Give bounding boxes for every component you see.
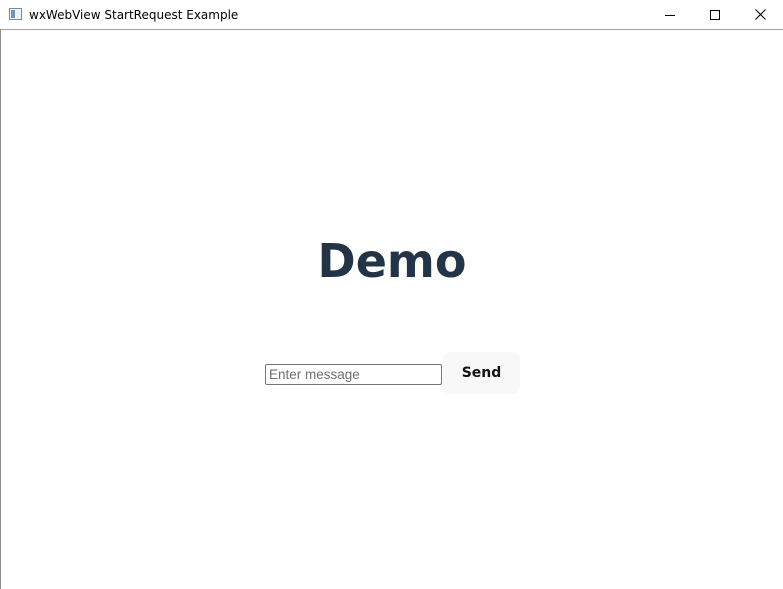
webview-content: Demo Send: [1, 31, 783, 589]
window-title: wxWebView StartRequest Example: [29, 8, 239, 22]
close-icon: [754, 9, 766, 20]
minimize-icon: [665, 14, 675, 16]
app-icon: [9, 8, 22, 20]
close-button[interactable]: [737, 0, 783, 29]
page-heading: Demo: [317, 234, 467, 288]
app-window: wxWebView StartRequest Example Demo Send: [0, 0, 783, 589]
title-bar[interactable]: wxWebView StartRequest Example: [0, 0, 783, 30]
maximize-icon: [710, 9, 720, 20]
message-input[interactable]: [265, 364, 442, 385]
maximize-button[interactable]: [692, 0, 738, 29]
send-button[interactable]: Send: [443, 352, 520, 394]
minimize-button[interactable]: [647, 0, 693, 29]
